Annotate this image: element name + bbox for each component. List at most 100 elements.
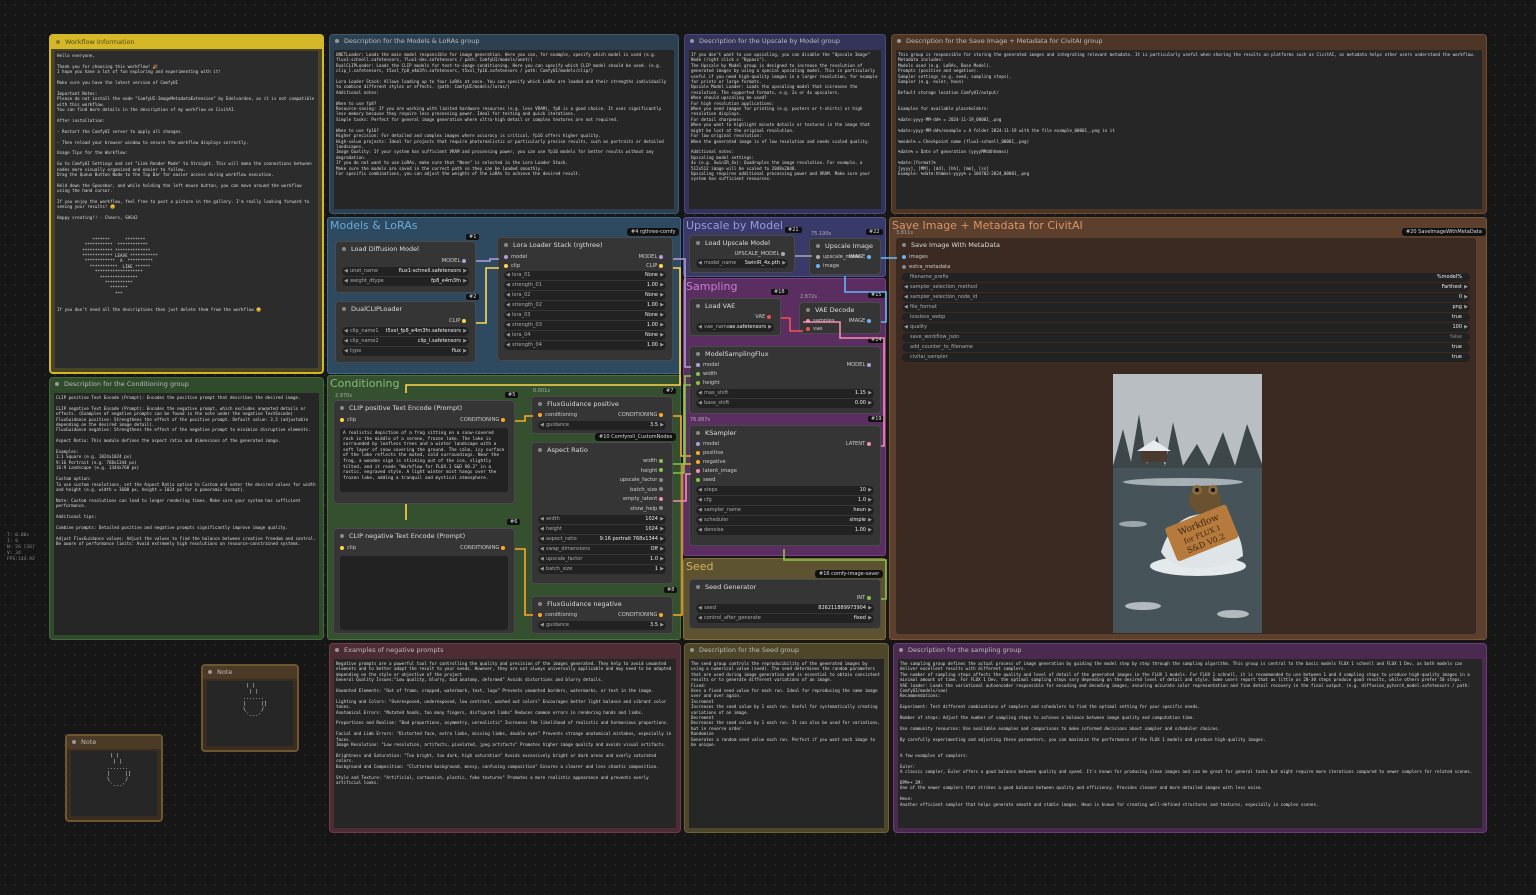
collapse-icon[interactable] bbox=[335, 648, 339, 652]
output-slot[interactable]: show_help bbox=[532, 505, 672, 515]
slot-row[interactable]: conditioning CONDITIONING bbox=[532, 411, 672, 420]
note-body[interactable]: ( ( ) ) ....... | |] \ / `---' bbox=[207, 681, 293, 746]
widget-lora-01[interactable]: ◀ lora_01 None ▶ bbox=[504, 271, 666, 280]
arrow-right-icon[interactable]: ▶ bbox=[868, 604, 872, 613]
widget-steps[interactable]: ◀ steps 10 ▶ bbox=[696, 486, 874, 495]
note-sampling-description[interactable]: Description for the sampling group The s… bbox=[893, 643, 1487, 833]
pin[interactable] bbox=[659, 263, 663, 268]
slot-row[interactable]: conditioning CONDITIONING bbox=[532, 611, 672, 620]
collapse-icon[interactable] bbox=[56, 40, 60, 44]
collapse-icon[interactable] bbox=[72, 740, 76, 744]
note-body[interactable]: Hello everyone, Thank you for choosing t… bbox=[55, 51, 318, 368]
pin[interactable] bbox=[781, 251, 785, 256]
arrow-left-icon[interactable]: ◀ bbox=[344, 327, 348, 336]
slot-row[interactable]: width bbox=[690, 370, 880, 379]
arrow-right-icon[interactable]: ▶ bbox=[868, 496, 872, 505]
node-clip-positive-text-encode[interactable]: CLIP positive Text Encode (Prompt) clip C… bbox=[333, 400, 515, 504]
collapse-icon[interactable] bbox=[690, 648, 694, 652]
pin[interactable] bbox=[902, 254, 906, 259]
arrow-left-icon[interactable]: ◀ bbox=[540, 525, 544, 534]
pin[interactable] bbox=[867, 254, 871, 259]
toggle-add-counter-to-filename[interactable]: add_counter_to_filename true bbox=[902, 343, 1470, 352]
pin[interactable] bbox=[816, 263, 820, 268]
arrow-right-icon[interactable]: ▶ bbox=[1464, 293, 1468, 302]
note-coffee-1[interactable]: Note ( ( ) ) ....... | |] \ / `---' bbox=[201, 664, 299, 752]
arrow-left-icon[interactable]: ◀ bbox=[698, 526, 702, 535]
pin[interactable] bbox=[659, 612, 663, 617]
pin[interactable] bbox=[696, 371, 700, 376]
pin[interactable] bbox=[806, 318, 810, 323]
output-slot[interactable]: height bbox=[532, 467, 672, 477]
widget-lora-03[interactable]: ◀ lora_03 None ▶ bbox=[504, 311, 666, 320]
arrow-left-icon[interactable]: ◀ bbox=[698, 506, 702, 515]
widget-sampler-name[interactable]: ◀ sampler_name heun ▶ bbox=[696, 506, 874, 515]
arrow-left-icon[interactable]: ◀ bbox=[698, 516, 702, 525]
slot-row[interactable]: height bbox=[690, 379, 880, 388]
note-body[interactable]: ( ( ) ) ....... | |] \ / `---' bbox=[71, 751, 157, 816]
pin[interactable] bbox=[867, 318, 871, 323]
widget-width[interactable]: ◀ width 1024 ▶ bbox=[538, 515, 666, 524]
pin[interactable] bbox=[538, 612, 542, 617]
node-lora-loader-stack[interactable]: Lora Loader Stack (rgthree) model MODEL c… bbox=[497, 237, 673, 361]
arrow-left-icon[interactable]: ◀ bbox=[344, 277, 348, 286]
arrow-left-icon[interactable]: ◀ bbox=[540, 515, 544, 524]
slot-row[interactable]: extra_metadata bbox=[896, 262, 1476, 272]
collapse-icon[interactable] bbox=[538, 448, 542, 452]
slot-row[interactable]: model MODEL bbox=[690, 361, 880, 370]
arrow-left-icon[interactable]: ◀ bbox=[698, 259, 702, 268]
arrow-left-icon[interactable]: ◀ bbox=[698, 486, 702, 495]
arrow-right-icon[interactable]: ▶ bbox=[1464, 283, 1468, 292]
collapse-icon[interactable] bbox=[696, 431, 700, 435]
arrow-right-icon[interactable]: ▶ bbox=[660, 311, 664, 320]
collapse-icon[interactable] bbox=[696, 304, 700, 308]
slot-row[interactable]: samples IMAGE bbox=[800, 317, 880, 325]
pin[interactable] bbox=[659, 412, 663, 417]
collapse-icon[interactable] bbox=[899, 648, 903, 652]
note-workflow-information[interactable]: Workflow Information Hello everyone, Tha… bbox=[49, 34, 324, 374]
note-conditioning-description[interactable]: Description for the Conditioning group C… bbox=[49, 377, 324, 640]
node-dual-clip-loader[interactable]: DualCLIPLoader CLIP ◀ clip_name1 t5xxl_fp8… bbox=[335, 301, 476, 363]
collapse-icon[interactable] bbox=[340, 406, 344, 410]
slot-row[interactable]: upscale_model IMAGE bbox=[810, 253, 880, 262]
arrow-right-icon[interactable]: ▶ bbox=[868, 516, 872, 525]
node-aspect-ratio[interactable]: Aspect Ratio width height upscale_factor… bbox=[531, 442, 673, 584]
note-body[interactable]: UNETLoader: Loads the main model respons… bbox=[334, 50, 674, 209]
arrow-left-icon[interactable]: ◀ bbox=[540, 421, 544, 430]
pin[interactable] bbox=[767, 314, 771, 319]
output-slot[interactable]: width bbox=[532, 457, 672, 467]
slot-row[interactable]: clip CONDITIONING bbox=[334, 543, 514, 553]
note-body[interactable]: This group is responsible for storing th… bbox=[896, 50, 1482, 209]
widget-strength-03[interactable]: ◀ strength_03 1.00 ▶ bbox=[504, 321, 666, 330]
arrow-right-icon[interactable]: ▶ bbox=[660, 545, 664, 554]
widget-swap-dimensions[interactable]: ◀ swap_dimensions Off ▶ bbox=[538, 545, 666, 554]
node-seed-generator[interactable]: Seed Generator INT ◀ seed 826211889973904 ▶… bbox=[689, 579, 881, 629]
arrow-right-icon[interactable]: ▶ bbox=[782, 259, 786, 268]
arrow-right-icon[interactable]: ▶ bbox=[463, 277, 467, 286]
collapse-icon[interactable] bbox=[538, 402, 542, 406]
note-body[interactable]: The sampling group defines the actual pr… bbox=[898, 659, 1482, 828]
pin[interactable] bbox=[659, 254, 663, 259]
slot-row[interactable]: vae bbox=[800, 325, 880, 333]
pin[interactable] bbox=[659, 477, 663, 482]
widget-strength-02[interactable]: ◀ strength_02 1.00 ▶ bbox=[504, 301, 666, 310]
widget-height[interactable]: ◀ height 1024 ▶ bbox=[538, 525, 666, 534]
widget-filename-prefix[interactable]: filename_prefix %model% bbox=[902, 273, 1470, 282]
node-load-diffusion-model[interactable]: Load Diffusion Model MODEL ◀ unet_name flu… bbox=[335, 241, 476, 293]
toggle-civitai-sampler[interactable]: civitai_sampler true bbox=[902, 353, 1470, 362]
slot-row[interactable]: images bbox=[896, 252, 1476, 262]
collapse-icon[interactable] bbox=[342, 247, 346, 251]
node-model-sampling-flux[interactable]: ModelSamplingFlux model MODEL width heigh… bbox=[689, 346, 881, 414]
output-slot[interactable]: UPSCALE_MODEL bbox=[690, 250, 794, 258]
node-upscale-image[interactable]: Upscale Image upscale_model IMAGE image bbox=[809, 238, 881, 275]
widget-lora-04[interactable]: ◀ lora_04 None ▶ bbox=[504, 331, 666, 340]
arrow-left-icon[interactable]: ◀ bbox=[904, 303, 908, 312]
widget-batch-size[interactable]: ◀ batch_size 1 ▶ bbox=[538, 565, 666, 574]
arrow-right-icon[interactable]: ▶ bbox=[660, 271, 664, 280]
pin[interactable] bbox=[867, 595, 871, 600]
pin[interactable] bbox=[816, 254, 820, 259]
arrow-right-icon[interactable]: ▶ bbox=[660, 621, 664, 630]
widget-file-format[interactable]: ◀ file_format png ▶ bbox=[902, 303, 1470, 312]
note-coffee-2[interactable]: Note ( ( ) ) ....... | |] \ / `---' bbox=[65, 734, 163, 822]
pin[interactable] bbox=[501, 417, 505, 422]
note-upscale-description[interactable]: Description for the Upscale by Model gro… bbox=[684, 34, 886, 214]
